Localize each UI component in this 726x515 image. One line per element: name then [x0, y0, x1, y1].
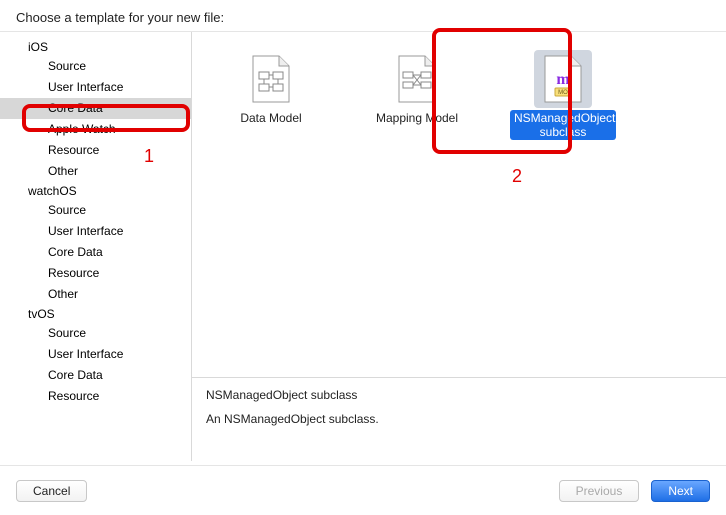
sidebar-item-tvos-resource[interactable]: Resource: [0, 386, 191, 407]
previous-button[interactable]: Previous: [559, 480, 640, 502]
svg-text:MO: MO: [558, 90, 568, 96]
template-label: Data Model: [236, 110, 305, 126]
sidebar-item-tvos-core-data[interactable]: Core Data: [0, 365, 191, 386]
sidebar-item-ios-resource[interactable]: Resource: [0, 140, 191, 161]
managed-object-icon: m MO: [534, 50, 592, 108]
next-button[interactable]: Next: [651, 480, 710, 502]
data-model-icon: [242, 50, 300, 108]
detail-title: NSManagedObject subclass: [206, 388, 712, 402]
detail-pane: NSManagedObject subclass An NSManagedObj…: [192, 377, 726, 461]
platform-header-watchos: watchOS: [0, 182, 191, 200]
template-label: NSManagedObject subclass: [510, 110, 616, 140]
sidebar-item-ios-core-data[interactable]: Core Data: [0, 98, 191, 119]
sidebar-item-watchos-core-data[interactable]: Core Data: [0, 242, 191, 263]
sidebar-item-ios-source[interactable]: Source: [0, 56, 191, 77]
sidebar-item-tvos-user-interface[interactable]: User Interface: [0, 344, 191, 365]
sidebar-item-watchos-resource[interactable]: Resource: [0, 263, 191, 284]
template-data-model[interactable]: Data Model: [212, 50, 330, 126]
sidebar-item-ios-apple-watch[interactable]: Apple Watch: [0, 119, 191, 140]
content-area: Data Model Mapping Model: [192, 32, 726, 461]
dialog-title: Choose a template for your new file:: [16, 10, 224, 25]
platform-header-ios: iOS: [0, 38, 191, 56]
template-mapping-model[interactable]: Mapping Model: [358, 50, 476, 126]
sidebar-item-watchos-source[interactable]: Source: [0, 200, 191, 221]
template-nsmanagedobject-subclass[interactable]: m MO NSManagedObject subclass: [504, 50, 622, 140]
svg-text:m: m: [556, 71, 570, 88]
sidebar-item-watchos-user-interface[interactable]: User Interface: [0, 221, 191, 242]
sidebar: iOS Source User Interface Core Data Appl…: [0, 32, 192, 461]
dialog-header: Choose a template for your new file:: [0, 0, 726, 31]
sidebar-item-ios-other[interactable]: Other: [0, 161, 191, 182]
cancel-button[interactable]: Cancel: [16, 480, 87, 502]
footer: Cancel Previous Next: [0, 465, 726, 515]
template-grid: Data Model Mapping Model: [192, 32, 726, 377]
detail-description: An NSManagedObject subclass.: [206, 412, 712, 426]
template-label: Mapping Model: [372, 110, 462, 126]
sidebar-item-ios-user-interface[interactable]: User Interface: [0, 77, 191, 98]
sidebar-item-watchos-other[interactable]: Other: [0, 284, 191, 305]
sidebar-item-tvos-source[interactable]: Source: [0, 323, 191, 344]
mapping-model-icon: [388, 50, 446, 108]
main-area: iOS Source User Interface Core Data Appl…: [0, 31, 726, 461]
platform-header-tvos: tvOS: [0, 305, 191, 323]
